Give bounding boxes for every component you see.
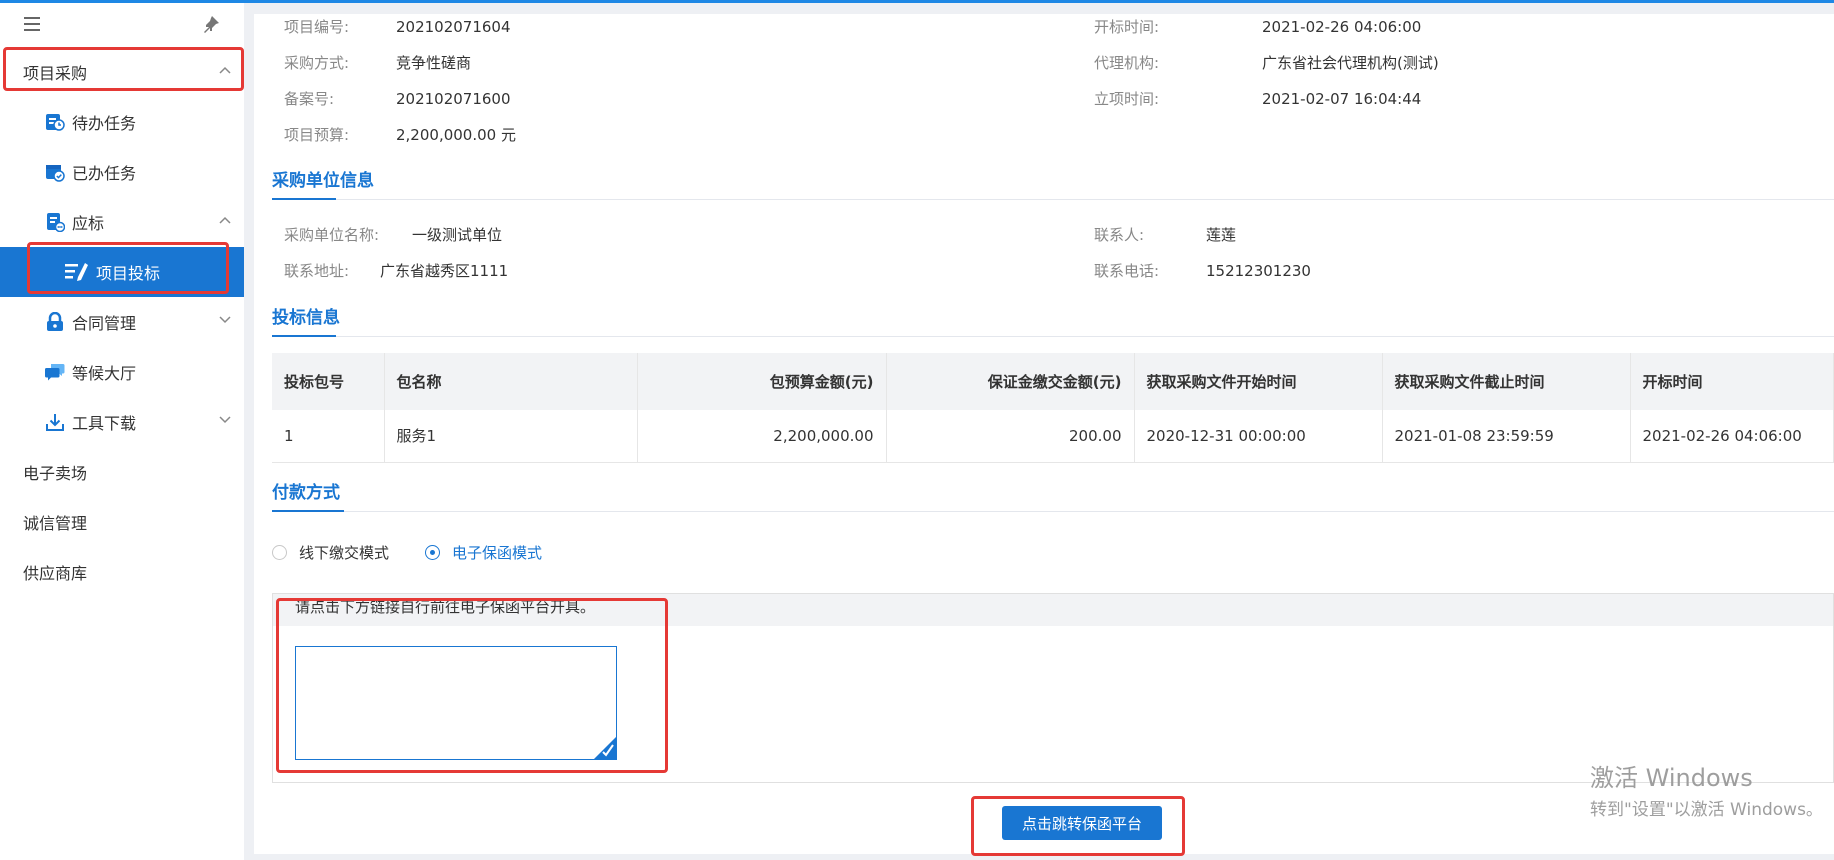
divider	[272, 336, 1834, 337]
table-cell: 2020-12-31 00:00:00	[1134, 410, 1383, 463]
project-number: 项目编号: 202102071604	[284, 18, 511, 36]
watermark-subtitle: 转到"设置"以激活 Windows。	[1590, 800, 1823, 820]
hamburger-menu-icon[interactable]	[24, 17, 40, 31]
table-cell: 1	[272, 410, 385, 463]
chevron-up-icon	[219, 66, 231, 74]
sidebar-item-label: 项目采购	[23, 64, 88, 83]
guarantee-link-area[interactable]	[295, 646, 617, 760]
offline-payment-option[interactable]: 线下缴交模式	[272, 542, 389, 563]
divider	[272, 199, 1834, 200]
chat-bubbles-icon	[45, 364, 65, 381]
record-number: 备案号: 202102071600	[284, 90, 511, 108]
sidebar-header	[0, 3, 244, 47]
guarantee-hint-text: 请点击下方链接自行前往电子保函平台开具。	[273, 594, 1833, 626]
jump-to-guarantee-platform-button[interactable]: 点击跳转保函平台	[1002, 806, 1162, 840]
checkmark-corner-icon	[594, 737, 616, 759]
sidebar-item-tool-download[interactable]: 工具下载	[0, 397, 244, 447]
section-underline	[272, 198, 336, 200]
column-header: 包名称	[384, 353, 638, 410]
lock-icon	[47, 312, 63, 331]
table-row: 1 服务1 2,200,000.00 200.00 2020-12-31 00:…	[272, 410, 1834, 463]
payment-section-title: 付款方式	[272, 483, 340, 503]
chevron-up-icon	[219, 216, 231, 224]
chevron-down-icon	[219, 316, 231, 324]
sidebar-item-label: 诚信管理	[23, 514, 88, 533]
sidebar-item-credit-management[interactable]: 诚信管理	[0, 497, 244, 547]
e-guarantee-panel: 请点击下方链接自行前往电子保函平台开具。	[272, 593, 1834, 783]
divider	[272, 511, 1834, 512]
buyer-phone: 联系电话: 15212301230	[1094, 262, 1311, 280]
pin-icon[interactable]	[202, 15, 220, 35]
table-cell: 2,200,000.00	[637, 410, 887, 463]
option-label: 电子保函模式	[452, 544, 543, 562]
sidebar-item-waiting-hall[interactable]: 等候大厅	[0, 347, 244, 397]
sidebar-item-label: 合同管理	[72, 314, 137, 333]
sidebar-item-supplier-library[interactable]: 供应商库	[0, 547, 244, 597]
radio-button-selected[interactable]	[425, 545, 441, 560]
sidebar-item-project-bid[interactable]: 项目投标	[0, 247, 244, 297]
bid-section-title: 投标信息	[272, 308, 340, 328]
bid-open-time: 开标时间: 2021-02-26 04:06:00	[1094, 18, 1422, 36]
pending-task-icon	[46, 114, 65, 131]
sidebar-item-label: 项目投标	[96, 264, 161, 283]
buyer-section-title: 采购单位信息	[272, 171, 374, 191]
sidebar-item-pending-tasks[interactable]: 待办任务	[0, 97, 244, 147]
edit-list-icon	[65, 263, 88, 281]
windows-activation-watermark: 激活 Windows 转到"设置"以激活 Windows。	[1590, 758, 1823, 820]
sidebar-item-e-mall[interactable]: 电子卖场	[0, 447, 244, 497]
agency: 代理机构: 广东省社会代理机构(测试)	[1094, 54, 1439, 72]
column-header: 投标包号	[272, 353, 385, 410]
radio-button[interactable]	[272, 545, 287, 560]
buyer-address: 联系地址: 广东省越秀区1111	[284, 262, 509, 280]
sidebar-item-contract-management[interactable]: 合同管理	[0, 297, 244, 347]
download-icon	[46, 414, 64, 431]
sidebar-item-label: 电子卖场	[23, 464, 88, 483]
option-label: 线下缴交模式	[299, 544, 390, 562]
setup-time: 立项时间: 2021-02-07 16:04:44	[1094, 90, 1422, 108]
table-cell: 200.00	[886, 410, 1135, 463]
sidebar-item-label: 工具下载	[72, 414, 137, 433]
chevron-down-icon	[219, 416, 231, 424]
payment-mode-radio-group: 线下缴交模式 电子保函模式	[272, 542, 578, 563]
column-header: 获取采购文件截止时间	[1382, 353, 1631, 410]
top-accent-bar	[0, 0, 1834, 3]
bid-table: 投标包号 包名称 包预算金额(元) 保证金缴交金额(元) 获取采购文件开始时间 …	[272, 353, 1834, 463]
procurement-method: 采购方式: 竞争性磋商	[284, 54, 472, 72]
section-underline	[272, 510, 344, 512]
sidebar-item-label: 应标	[72, 214, 105, 233]
sidebar-item-bidding[interactable]: 应标	[0, 197, 244, 247]
watermark-title: 激活 Windows	[1590, 764, 1753, 792]
table-header-row: 投标包号 包名称 包预算金额(元) 保证金缴交金额(元) 获取采购文件开始时间 …	[272, 353, 1834, 410]
main-content: 项目编号: 202102071604 采购方式: 竞争性磋商 备案号: 2021020…	[254, 14, 1834, 854]
e-guarantee-option[interactable]: 电子保函模式	[425, 542, 542, 563]
sidebar-item-done-tasks[interactable]: 已办任务	[0, 147, 244, 197]
section-underline	[272, 335, 336, 337]
sidebar-item-label: 待办任务	[72, 114, 137, 133]
sidebar-item-label: 已办任务	[72, 164, 137, 183]
sidebar-item-label: 等候大厅	[72, 364, 137, 383]
column-header: 开标时间	[1630, 353, 1834, 410]
done-task-icon	[46, 165, 65, 182]
column-header: 保证金缴交金额(元)	[886, 353, 1135, 410]
buyer-contact: 联系人: 莲莲	[1094, 226, 1237, 244]
project-budget: 项目预算: 2,200,000.00 元	[284, 126, 516, 144]
table-cell: 服务1	[384, 410, 638, 463]
table-cell: 2021-01-08 23:59:59	[1382, 410, 1631, 463]
sidebar-item-project-procurement[interactable]: 项目采购	[0, 47, 244, 97]
bid-document-icon	[47, 213, 65, 232]
buyer-name: 采购单位名称: 一级测试单位	[284, 226, 503, 244]
sidebar: 项目采购 待办任务 已办任务 应标 项目投标 合同管理 等候大厅 工具下载 电子…	[0, 3, 244, 860]
column-header: 获取采购文件开始时间	[1134, 353, 1383, 410]
sidebar-item-label: 供应商库	[23, 564, 88, 583]
column-header: 包预算金额(元)	[637, 353, 887, 410]
table-cell: 2021-02-26 04:06:00	[1630, 410, 1834, 463]
